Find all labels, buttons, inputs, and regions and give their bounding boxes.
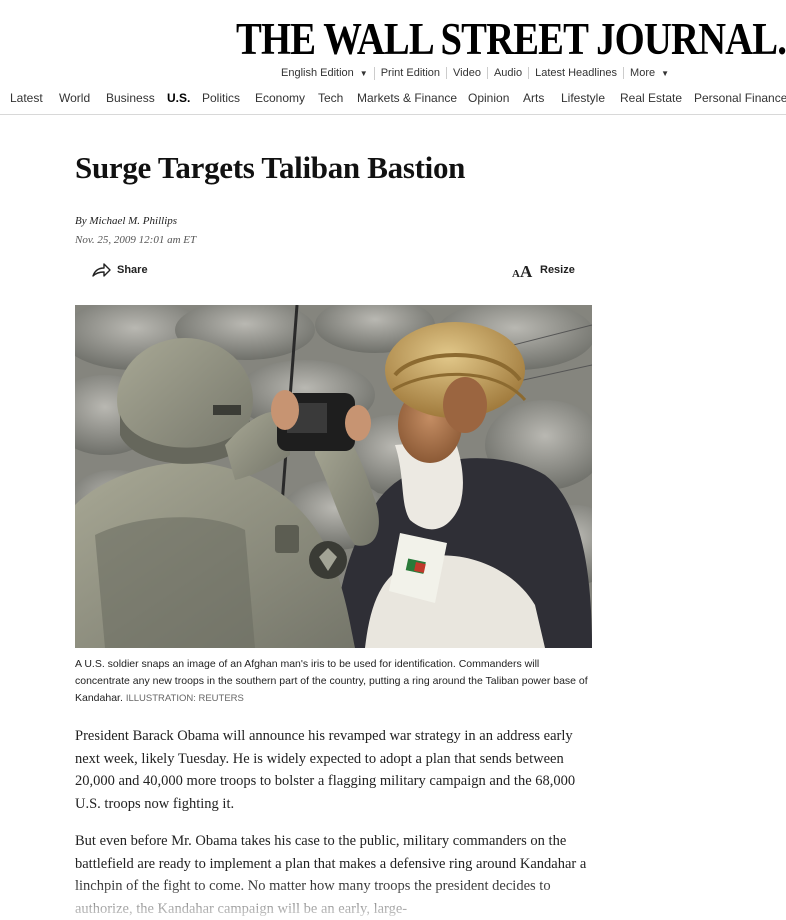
svg-text:A: A	[512, 268, 520, 279]
text-resize-icon: A A	[512, 262, 533, 279]
edition-print[interactable]: Print Edition	[375, 67, 448, 79]
wsj-logo[interactable]: THE WALL STREET JOURNAL.	[236, 13, 786, 65]
caret-down-icon: ▼	[661, 69, 670, 78]
nav-personal-finance[interactable]: Personal Finance	[694, 91, 786, 105]
article-byline[interactable]: By Michael M. Phillips	[75, 215, 177, 227]
svg-text:A: A	[520, 262, 533, 279]
edition-english[interactable]: English Edition ▼	[281, 67, 375, 80]
nav-real-estate[interactable]: Real Estate	[620, 91, 682, 105]
nav-markets-finance[interactable]: Markets & Finance	[357, 91, 457, 105]
nav-politics[interactable]: Politics	[202, 91, 240, 105]
nav-opinion[interactable]: Opinion	[468, 91, 509, 105]
edition-latest-headlines[interactable]: Latest Headlines	[529, 67, 625, 79]
share-button[interactable]: Share	[91, 260, 148, 280]
nav-business[interactable]: Business	[106, 91, 155, 105]
nav-world[interactable]: World	[59, 91, 90, 105]
edition-bar: English Edition ▼ Print Edition Video Audio L…	[281, 67, 675, 81]
nav-lifestyle[interactable]: Lifestyle	[561, 91, 605, 105]
edition-more[interactable]: More ▼	[624, 67, 675, 80]
caret-down-icon: ▼	[359, 69, 368, 78]
nav-latest[interactable]: Latest	[10, 91, 43, 105]
masthead: THE WALL STREET JOURNAL. English Edition…	[0, 0, 786, 115]
resize-button[interactable]: A A Resize	[512, 260, 575, 280]
photo-illustration	[75, 305, 592, 648]
article-paragraph: President Barack Obama will announce his…	[75, 728, 576, 812]
photo-caption: A U.S. soldier snaps an image of an Afgh…	[75, 656, 592, 707]
section-nav: Latest World Business U.S. Politics Econ…	[0, 91, 786, 107]
share-arrow-icon	[92, 263, 111, 277]
article-photo[interactable]	[75, 305, 592, 648]
nav-tech[interactable]: Tech	[318, 91, 343, 105]
nav-economy[interactable]: Economy	[255, 91, 305, 105]
nav-arts[interactable]: Arts	[523, 91, 544, 105]
photo-credit: ILLUSTRATION: REUTERS	[125, 693, 244, 704]
article-paragraph: But even before Mr. Obama takes his case…	[75, 833, 587, 917]
article-date: Nov. 25, 2009 12:01 am ET	[75, 234, 197, 246]
share-label: Share	[117, 264, 148, 276]
resize-label: Resize	[540, 264, 575, 276]
article-headline: Surge Targets Taliban Bastion	[75, 150, 466, 185]
edition-audio[interactable]: Audio	[488, 67, 530, 79]
edition-video[interactable]: Video	[447, 67, 488, 79]
nav-us[interactable]: U.S.	[167, 91, 190, 105]
